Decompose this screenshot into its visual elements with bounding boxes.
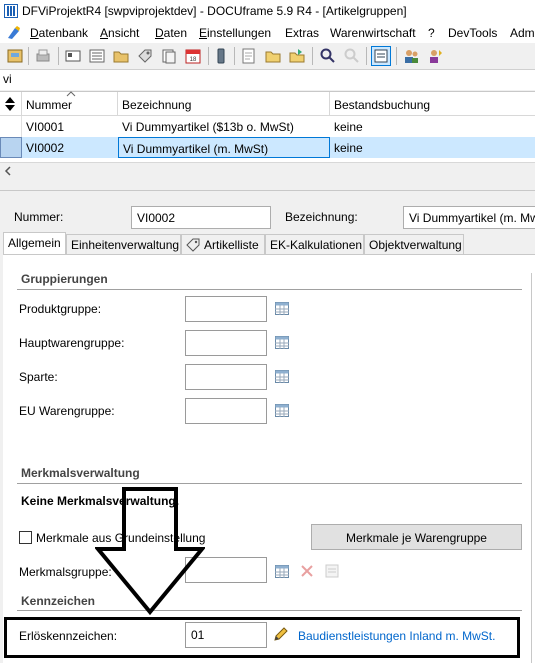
app-menu-icon[interactable] (6, 25, 22, 41)
annotation-arrow-icon (95, 487, 205, 615)
eu-warengruppe-label: EU Warengruppe: (19, 404, 115, 418)
sparte-label: Sparte: (19, 370, 58, 384)
nummer-field[interactable]: VI0002 (131, 206, 271, 229)
tab-panel-allgemein: Gruppierungen Produktgruppe: Hauptwareng… (3, 254, 535, 663)
phone-icon[interactable] (212, 47, 230, 65)
toolbar: 18 (0, 43, 535, 69)
menu-help[interactable]: ? (428, 26, 435, 40)
section-merkmalsverwaltung: Merkmalsverwaltung (17, 461, 522, 484)
sort-updown-icon (5, 97, 15, 111)
pane-splitter[interactable] (0, 178, 535, 191)
title-bar: DFViProjektR4 [swpviprojektdev] - DOCUfr… (0, 0, 535, 22)
menu-ansicht[interactable]: Ansicht (100, 26, 139, 40)
svg-text:18: 18 (190, 57, 197, 63)
filter-value: vi (3, 72, 12, 86)
table-lookup-icon[interactable] (275, 302, 289, 315)
table-lookup-icon[interactable] (275, 565, 289, 578)
calendar-icon[interactable]: 18 (184, 47, 202, 65)
highlight-box (4, 617, 520, 658)
merkmale-grundeinstellung-checkbox[interactable] (19, 531, 32, 544)
menu-einstellungen[interactable]: Einstellungen (199, 26, 271, 40)
sort-toggle[interactable] (0, 92, 22, 116)
search-icon[interactable] (318, 47, 336, 65)
user-settings-icon[interactable] (426, 47, 444, 65)
tab-artikelliste[interactable]: Artikelliste (181, 234, 265, 254)
section-kennzeichen: Kennzeichen (17, 589, 522, 611)
scroll-left-icon[interactable] (4, 166, 12, 176)
tab-objektverwaltung[interactable]: Objektverwaltung (364, 234, 464, 254)
edit-form-icon (325, 564, 339, 578)
table-lookup-icon[interactable] (275, 336, 289, 349)
documents-icon[interactable] (160, 47, 178, 65)
menu-daten[interactable]: Daten (155, 26, 187, 40)
sparte-field[interactable] (185, 364, 267, 390)
sort-asc-icon (66, 91, 76, 97)
export-folder-icon[interactable] (288, 47, 306, 65)
tab-ek-kalkulationen[interactable]: EK-Kalkulationen (265, 234, 364, 254)
panel-border (531, 273, 532, 663)
menu-extras[interactable]: Extras (285, 26, 319, 40)
table-lookup-icon[interactable] (275, 370, 289, 383)
filter-row[interactable]: vi (0, 69, 535, 90)
table-lookup-icon[interactable] (275, 404, 289, 417)
hauptwarengruppe-label: Hauptwarengruppe: (19, 336, 125, 350)
tag-icon[interactable] (136, 47, 154, 65)
window-title: DFViProjektR4 [swpviprojektdev] - DOCUfr… (22, 4, 407, 18)
produktgruppe-label: Produktgruppe: (19, 302, 102, 316)
open-folder-icon[interactable] (264, 47, 282, 65)
form-view-icon[interactable] (371, 46, 391, 66)
tab-allgemein[interactable]: Allgemein (3, 232, 66, 255)
menu-adm[interactable]: Adm (510, 26, 535, 40)
app-icon (4, 4, 18, 18)
merkmale-je-warengruppe-button[interactable]: Merkmale je Warengruppe (311, 524, 522, 550)
column-header-nummer[interactable]: Nummer (22, 91, 118, 116)
save-icon[interactable] (6, 47, 24, 65)
hauptwarengruppe-field[interactable] (185, 330, 267, 356)
list-icon[interactable] (88, 47, 106, 65)
menu-bar: Datenbank Ansicht Daten Einstellungen Ex… (0, 22, 535, 43)
card-icon[interactable] (64, 47, 82, 65)
column-header-bestandsbuchung[interactable]: Bestandsbuchung (330, 92, 535, 116)
horizontal-scrollbar[interactable] (0, 162, 535, 179)
produktgruppe-field[interactable] (185, 296, 267, 322)
search-disabled-icon (344, 48, 359, 63)
tab-einheitenverwaltung[interactable]: Einheitenverwaltung (66, 234, 181, 254)
menu-warenwirtschaft[interactable]: Warenwirtschaft (330, 26, 416, 40)
folder-icon[interactable] (112, 47, 130, 65)
section-gruppierungen: Gruppierungen (17, 267, 522, 290)
users-icon[interactable] (402, 47, 420, 65)
menu-datenbank[interactable]: Datenbank (30, 26, 88, 40)
nummer-label: Nummer: (14, 210, 64, 224)
delete-icon[interactable] (300, 564, 314, 578)
table-row[interactable]: VI0001 Vi Dummyartikel ($13b o. MwSt) ke… (0, 116, 535, 137)
bezeichnung-label: Bezeichnung: (285, 210, 358, 224)
column-header-bezeichnung[interactable]: Bezeichnung (118, 92, 330, 116)
table-row-selected[interactable]: VI0002 Vi Dummyartikel (m. MwSt) keine (0, 137, 535, 158)
menu-devtools[interactable]: DevTools (448, 26, 497, 40)
bezeichnung-field[interactable]: Vi Dummyartikel (m. MwSt) (403, 206, 535, 229)
eu-warengruppe-field[interactable] (185, 398, 267, 424)
tag-icon (186, 238, 200, 252)
print-icon[interactable] (34, 47, 52, 65)
new-document-icon[interactable] (240, 47, 258, 65)
